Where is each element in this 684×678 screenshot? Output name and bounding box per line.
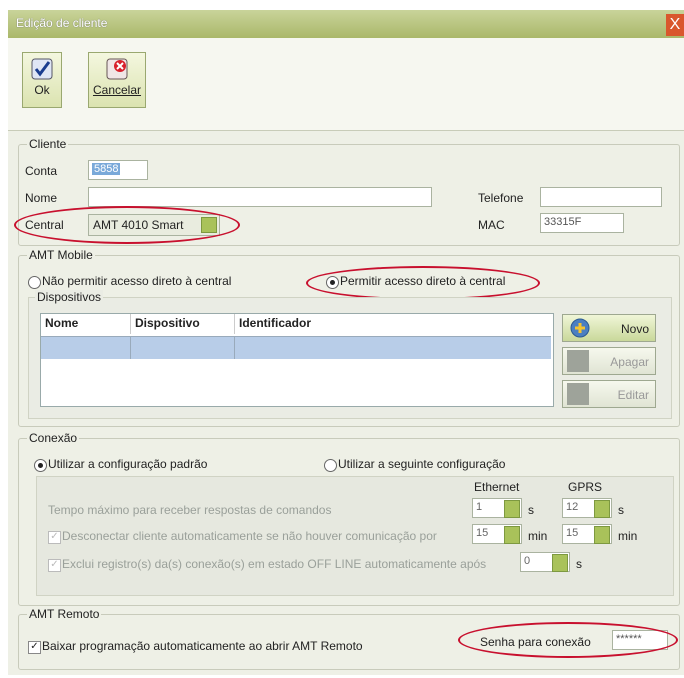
delete-offline-unit: s xyxy=(576,557,582,571)
delete-offline-value: 0 xyxy=(524,555,531,567)
apagar-label: Apagar xyxy=(610,355,649,369)
disconnect-gprs-unit: min xyxy=(618,529,638,543)
ok-button[interactable]: Ok xyxy=(22,52,62,108)
conta-label: Conta xyxy=(25,164,58,178)
cancel-button[interactable]: Cancelar xyxy=(88,52,146,108)
amt-remoto-group-label: AMT Remoto xyxy=(27,607,102,621)
client-edit-window: Edição de cliente X Ok Cancelar Cliente … xyxy=(8,10,684,675)
window-title: Edição de cliente xyxy=(16,16,108,30)
nome-field[interactable] xyxy=(88,187,432,207)
disconnect-ethernet-stepper[interactable]: 15 xyxy=(472,524,522,544)
stepper-icon[interactable] xyxy=(594,526,610,544)
default-config-label: Utilizar a configuração padrão xyxy=(48,457,208,471)
col-nome[interactable]: Nome xyxy=(41,314,131,334)
editar-button[interactable]: Editar xyxy=(562,380,656,408)
apagar-button[interactable]: Apagar xyxy=(562,347,656,375)
telefone-field[interactable] xyxy=(540,187,662,207)
add-icon xyxy=(570,318,590,338)
stepper-icon[interactable] xyxy=(504,526,520,544)
timeout-ethernet-stepper[interactable]: 1 xyxy=(472,498,522,518)
col-identificador[interactable]: Identificador xyxy=(235,314,551,334)
disconnect-gprs-value: 15 xyxy=(566,527,579,539)
delete-offline-label: Exclui registro(s) da(s) conexão(s) em e… xyxy=(62,557,487,571)
radio-deny-access[interactable] xyxy=(28,276,41,289)
radio-custom-config[interactable] xyxy=(324,459,337,472)
amt-mobile-group-label: AMT Mobile xyxy=(27,248,95,262)
mac-label: MAC xyxy=(478,218,505,232)
nome-label: Nome xyxy=(25,191,58,205)
gprs-header: GPRS xyxy=(568,480,603,494)
disconnect-checkbox[interactable]: ✓ xyxy=(48,531,61,544)
highlight-ellipse-allow xyxy=(306,266,540,300)
stepper-icon[interactable] xyxy=(594,500,610,518)
delete-offline-checkbox[interactable]: ✓ xyxy=(48,559,61,572)
devices-table[interactable]: Nome Dispositivo Identificador xyxy=(40,313,554,407)
timeout-gprs-value: 12 xyxy=(566,501,579,513)
custom-config-label: Utilizar a seguinte configuração xyxy=(338,457,506,471)
novo-button[interactable]: Novo xyxy=(562,314,656,342)
row-divider xyxy=(130,337,131,359)
delete-offline-stepper[interactable]: 0 xyxy=(520,552,570,572)
timeout-gprs-stepper[interactable]: 12 xyxy=(562,498,612,518)
title-bar[interactable]: Edição de cliente X xyxy=(8,10,684,38)
ethernet-header: Ethernet xyxy=(474,480,520,494)
timeout-label: Tempo máximo para receber respostas de c… xyxy=(48,503,332,517)
col-dispositivo[interactable]: Dispositivo xyxy=(131,314,235,334)
disconnect-ethernet-value: 15 xyxy=(476,527,489,539)
timeout-ethernet-unit: s xyxy=(528,503,534,517)
cancel-icon xyxy=(106,58,128,80)
mac-field[interactable]: 33315F xyxy=(540,213,624,233)
stepper-icon[interactable] xyxy=(552,554,568,572)
close-button[interactable]: X xyxy=(666,14,684,36)
conta-value: 5858 xyxy=(92,163,121,175)
editar-label: Editar xyxy=(617,388,649,402)
highlight-ellipse-central xyxy=(14,206,240,244)
conexao-group-label: Conexão xyxy=(27,431,80,445)
conta-field[interactable]: 5858 xyxy=(88,160,148,180)
highlight-ellipse-senha xyxy=(458,622,678,658)
table-row[interactable] xyxy=(41,336,551,359)
radio-default-config[interactable] xyxy=(34,459,47,472)
disconnect-ethernet-unit: min xyxy=(528,529,548,543)
auto-download-label: Baixar programação automaticamente ao ab… xyxy=(42,639,363,653)
row-divider xyxy=(234,337,235,359)
toolbar: Ok Cancelar xyxy=(8,38,684,131)
disconnect-label: Desconectar cliente automaticamente se n… xyxy=(62,529,437,543)
checkmark-icon xyxy=(31,58,53,80)
cancel-label: Cancelar xyxy=(92,83,142,97)
deny-access-label: Não permitir acesso direto à central xyxy=(42,274,232,288)
edit-icon xyxy=(567,383,589,405)
ok-label: Ok xyxy=(34,83,50,97)
stepper-icon[interactable] xyxy=(504,500,520,518)
dispositivos-label: Dispositivos xyxy=(35,290,104,304)
disconnect-gprs-stepper[interactable]: 15 xyxy=(562,524,612,544)
telefone-label: Telefone xyxy=(478,191,524,205)
cliente-group-label: Cliente xyxy=(27,137,69,151)
auto-download-checkbox[interactable]: ✓ xyxy=(28,641,41,654)
timeout-ethernet-value: 1 xyxy=(476,501,483,513)
timeout-gprs-unit: s xyxy=(618,503,624,517)
novo-label: Novo xyxy=(620,322,649,336)
delete-icon xyxy=(567,350,589,372)
